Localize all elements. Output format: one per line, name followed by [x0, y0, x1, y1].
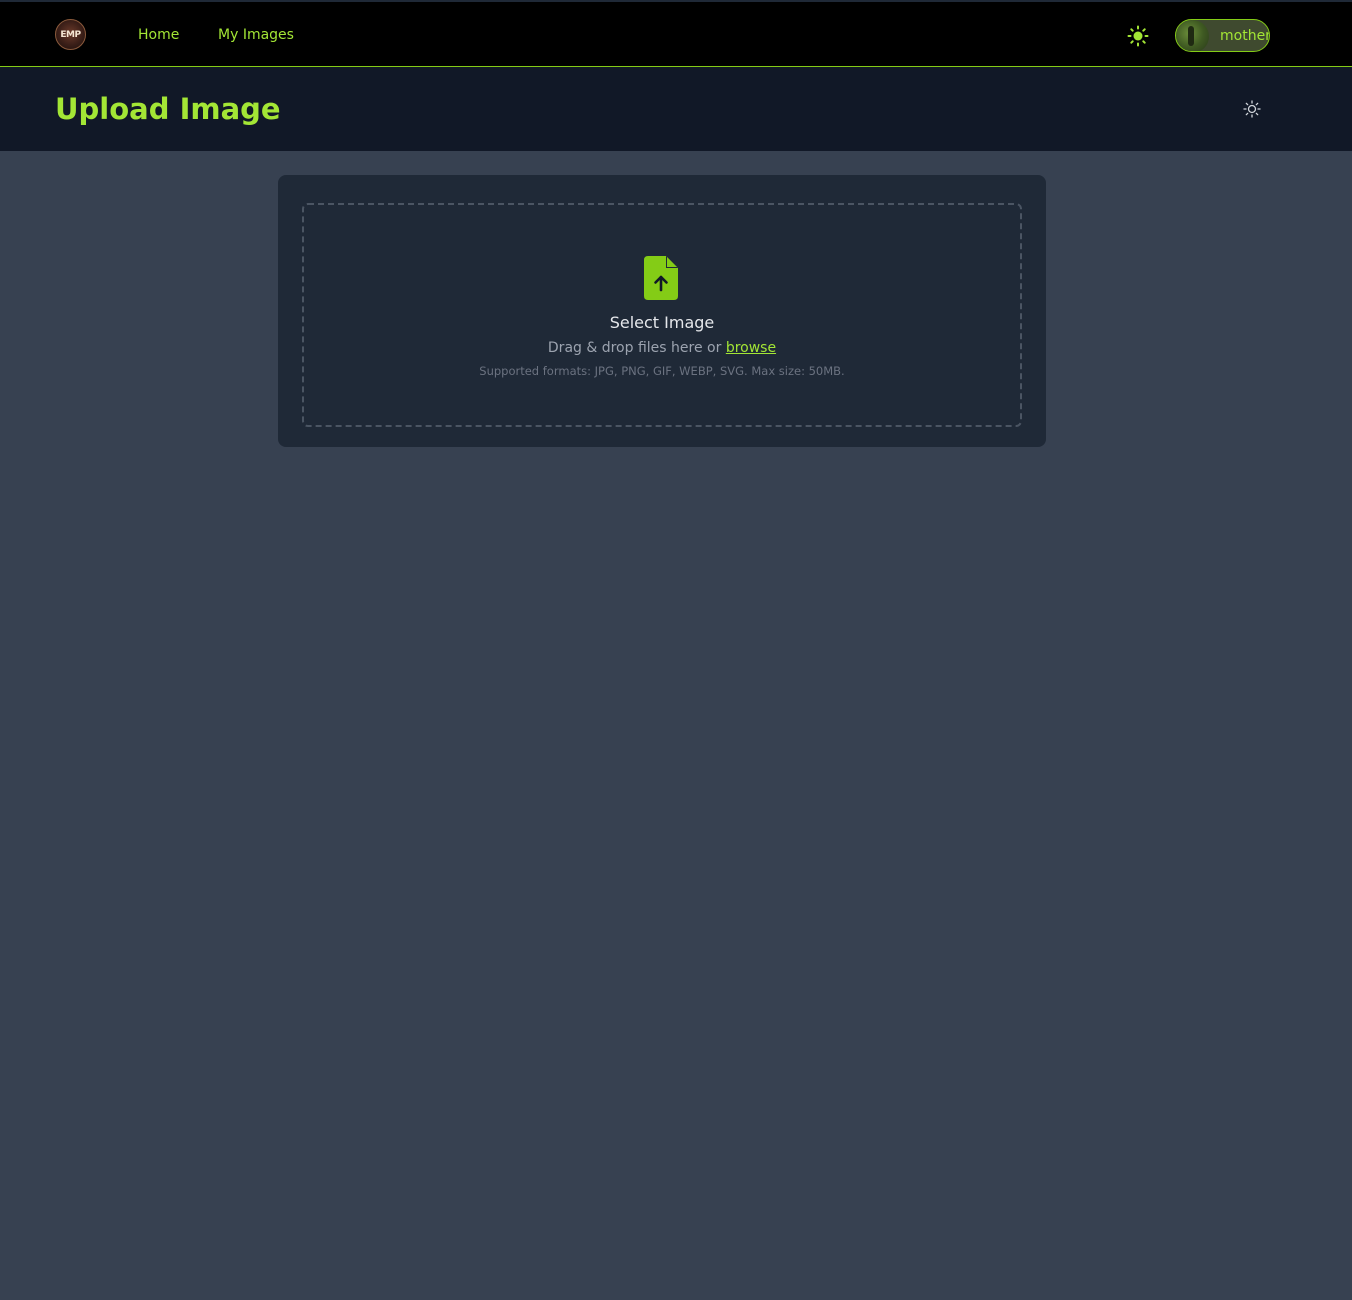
nav-link-home[interactable]: Home [138, 26, 179, 44]
site-logo[interactable]: EMP [55, 19, 86, 50]
logo-text: EMP [60, 29, 81, 40]
upload-title: Select Image [609, 313, 715, 332]
browse-link[interactable]: browse [726, 340, 776, 356]
upload-dropzone[interactable]: Select Image Drag & drop files here or b… [302, 203, 1022, 427]
supported-formats-text: Supported formats: JPG, PNG, GIF, WEBP, … [479, 364, 845, 378]
page-title: Upload Image [55, 92, 281, 126]
drag-drop-label: Drag & drop files here or [547, 340, 726, 356]
sun-outline-icon[interactable] [1243, 100, 1261, 118]
nav-link-my-images[interactable]: My Images [218, 26, 294, 44]
page-header: Upload Image [0, 67, 1352, 151]
sun-icon[interactable] [1127, 25, 1149, 47]
avatar [1176, 20, 1209, 51]
file-upload-icon [644, 256, 680, 300]
user-menu-button[interactable]: mother [1175, 19, 1270, 52]
drag-drop-text: Drag & drop files here or browse [304, 339, 1020, 357]
username: mother [1220, 28, 1270, 44]
top-navbar: EMP Home My Images mother [0, 0, 1352, 67]
upload-card: Select Image Drag & drop files here or b… [278, 175, 1046, 447]
